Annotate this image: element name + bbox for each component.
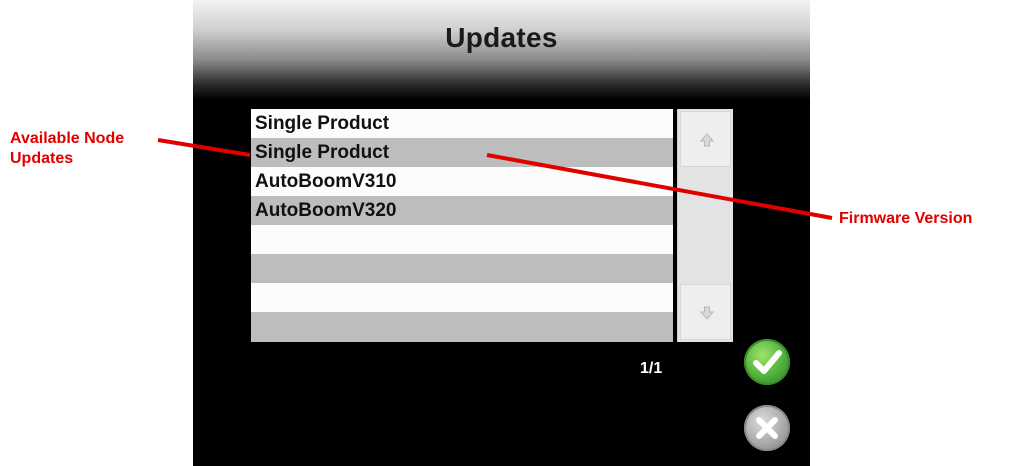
list-item-label: AutoBoomV320 (255, 200, 397, 221)
arrow-up-icon (699, 133, 715, 147)
checkmark-icon (753, 350, 782, 374)
arrow-down-icon (699, 306, 715, 320)
list-item[interactable]: Single Product (251, 138, 673, 167)
scroll-up-button[interactable] (680, 111, 731, 167)
list-item[interactable]: AutoBoomV320 (251, 196, 673, 225)
page-title: Updates (445, 22, 558, 53)
list-item-label: Single Product (255, 113, 390, 134)
accept-button[interactable] (744, 339, 790, 385)
list-item[interactable]: AutoBoomV310 (251, 167, 673, 196)
list-item[interactable] (251, 312, 673, 342)
title-bar: Updates (193, 0, 810, 100)
callout-firmware-version: Firmware Version (839, 210, 973, 227)
cancel-button[interactable] (744, 405, 790, 451)
scroll-down-button[interactable] (680, 284, 731, 340)
list-scrollbar[interactable] (677, 109, 733, 342)
updates-screen: Updates Single Product Single Product Au… (193, 0, 810, 466)
list-item-label: Single Product (255, 142, 390, 163)
callout-available-node-updates: Available Node Updates (10, 130, 125, 167)
page-indicator: 1/1 (640, 360, 663, 377)
list-item[interactable] (251, 225, 673, 254)
list-item[interactable] (251, 254, 673, 283)
list-item[interactable]: Single Product (251, 109, 673, 138)
list-item-label: AutoBoomV310 (255, 171, 397, 192)
list-item[interactable] (251, 283, 673, 312)
close-icon (756, 417, 778, 439)
updates-list: Single Product Single Product AutoBoomV3… (251, 109, 733, 342)
